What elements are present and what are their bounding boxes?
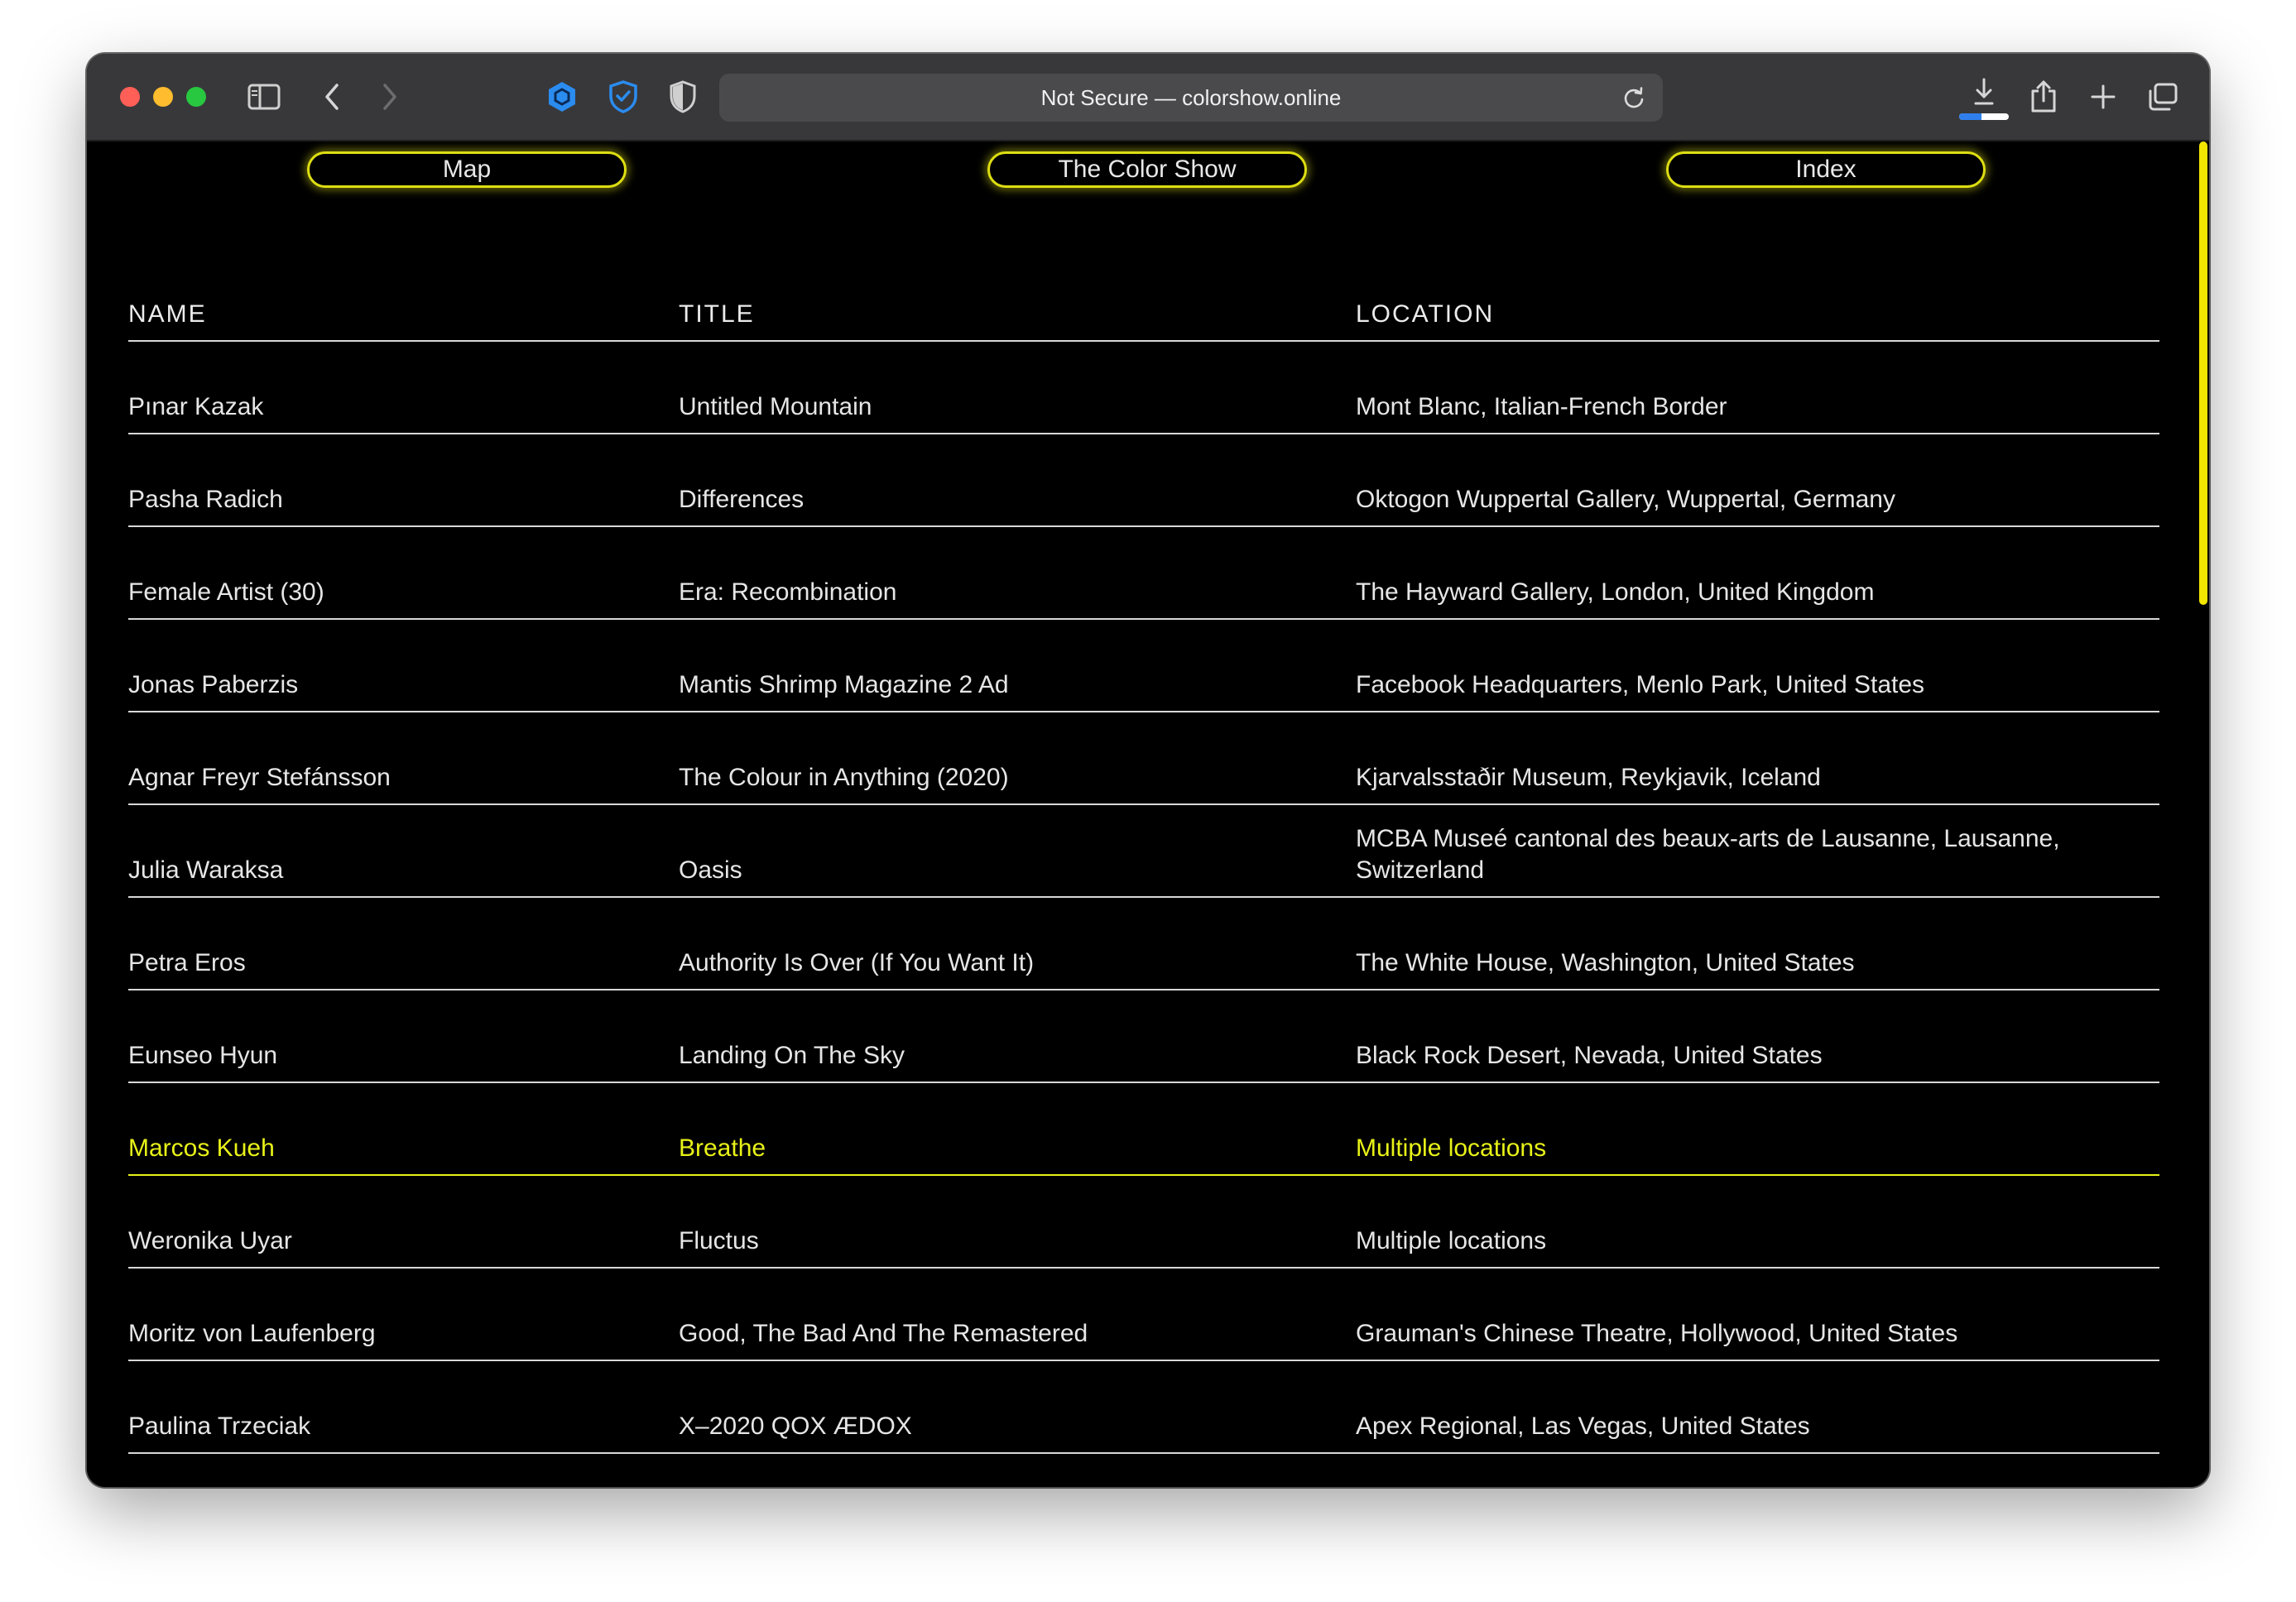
cell-title: Good, The Bad And The Remastered (679, 1320, 1088, 1347)
address-text: Not Secure — colorshow.online (1040, 84, 1342, 110)
header-location[interactable]: LOCATION (1356, 299, 2101, 330)
zoom-window-button[interactable] (186, 87, 206, 107)
table-row[interactable]: Eunseo Hyun Landing On The Sky Black Rock … (128, 990, 2159, 1083)
cell-location: Grauman's Chinese Theatre, Hollywood, Un… (1356, 1320, 1958, 1347)
nav-the-color-show-label: The Color Show (1058, 156, 1237, 183)
table-row[interactable]: Moritz von Laufenberg Good, The Bad And T… (128, 1269, 2159, 1361)
extension-hexagon-icon[interactable] (542, 77, 582, 117)
new-tab-icon[interactable] (2083, 77, 2123, 117)
cell-location: Oktogon Wuppertal Gallery, Wuppertal, Ge… (1356, 486, 1895, 513)
cell-location: Multiple locations (1356, 1134, 1547, 1162)
close-window-button[interactable] (120, 87, 140, 107)
table-row[interactable]: Pasha Radich Differences Oktogon Wuppertal… (128, 434, 2159, 527)
reload-icon[interactable] (1616, 80, 1651, 115)
table-row[interactable]: Female Artist (30) Era: Recombination The … (128, 527, 2159, 620)
cell-name: Moritz von Laufenberg (128, 1320, 376, 1347)
nav-index-button[interactable]: Index (1666, 151, 1986, 188)
cell-location: Apex Regional, Las Vegas, United States (1356, 1413, 1810, 1440)
cell-location: The White House, Washington, United Stat… (1356, 949, 1855, 976)
header-name[interactable]: NAME (128, 299, 658, 330)
cell-name: Jonas Paberzis (128, 671, 299, 698)
download-progress-bar (1959, 113, 2009, 120)
share-icon[interactable] (2024, 77, 2063, 117)
cell-title: Landing On The Sky (679, 1042, 905, 1069)
nav-map-label: Map (442, 156, 492, 183)
cell-location: Mont Blanc, Italian-French Border (1356, 393, 1727, 420)
table-row[interactable]: Weronika Uyar Fluctus Multiple locations (128, 1176, 2159, 1269)
cell-title: Differences (679, 486, 805, 513)
cell-title: Era: Recombination (679, 578, 897, 606)
nav-map-button[interactable]: Map (307, 151, 627, 188)
cell-title: X–2020 QOX ÆDOX (679, 1413, 912, 1440)
table-row[interactable]: Jonas Paberzis Mantis Shrimp Magazine 2 A… (128, 620, 2159, 712)
tab-overview-icon[interactable] (2143, 77, 2183, 117)
table-row[interactable]: Agnar Freyr Stefánsson The Colour in Anyt… (128, 712, 2159, 805)
cell-name: Female Artist (30) (128, 578, 324, 606)
browser-window: Not Secure — colorshow.online Map The Co… (87, 54, 2209, 1487)
cell-name: Julia Waraksa (128, 856, 284, 884)
table-row[interactable]: Ro AntiaPerceptionApple Park Way, Cupert… (128, 1454, 2159, 1487)
table-row[interactable]: Julia Waraksa Oasis MCBA Museé cantonal de… (128, 805, 2159, 898)
cell-name: Pınar Kazak (128, 393, 264, 420)
cell-name: Weronika Uyar (128, 1227, 292, 1254)
cell-title: Mantis Shrimp Magazine 2 Ad (679, 671, 1009, 698)
cell-title: Authority Is Over (If You Want It) (679, 949, 1035, 976)
table-row[interactable]: Marcos Kueh Breathe Multiple locations (128, 1083, 2159, 1176)
nav-index-label: Index (1795, 156, 1856, 183)
browser-toolbar: Not Secure — colorshow.online (87, 54, 2209, 141)
cell-name: Paulina Trzeciak (128, 1413, 311, 1440)
cell-location: Black Rock Desert, Nevada, United States (1356, 1042, 1823, 1069)
cell-title: Breathe (679, 1134, 766, 1162)
cell-title: The Colour in Anything (2020) (679, 764, 1009, 791)
download-progress-fill (1959, 113, 1981, 120)
cell-name: Eunseo Hyun (128, 1042, 278, 1069)
nav-the-color-show-button[interactable]: The Color Show (987, 151, 1307, 188)
cell-location: MCBA Museé cantonal des beaux-arts de La… (1356, 825, 2060, 884)
artworks-table: NAME TITLE LOCATION Pınar Kazak Untitled … (128, 274, 2159, 1487)
page-content: Map The Color Show Index NAME TITLE LOCA… (87, 141, 2209, 1487)
cell-name: Marcos Kueh (128, 1134, 275, 1162)
minimize-window-button[interactable] (153, 87, 173, 107)
sidebar-toggle-icon[interactable] (244, 77, 284, 117)
header-title[interactable]: TITLE (679, 299, 1341, 330)
cell-title: Untitled Mountain (679, 393, 872, 420)
scrollbar-thumb[interactable] (2199, 141, 2207, 605)
cell-name: Petra Eros (128, 949, 246, 976)
back-arrow-icon[interactable] (312, 77, 352, 117)
forward-arrow-icon[interactable] (370, 77, 410, 117)
cell-location: Multiple locations (1356, 1227, 1547, 1254)
address-bar[interactable]: Not Secure — colorshow.online (719, 74, 1663, 122)
cell-name: Agnar Freyr Stefánsson (128, 764, 391, 791)
cell-location: The Hayward Gallery, London, United King… (1356, 578, 1875, 606)
table-row[interactable]: Paulina Trzeciak X–2020 QOX ÆDOX Apex Regi… (128, 1361, 2159, 1454)
cell-title: Oasis (679, 856, 742, 884)
cell-name: Pasha Radich (128, 486, 283, 513)
cell-location: Facebook Headquarters, Menlo Park, Unite… (1356, 671, 1925, 698)
table-header: NAME TITLE LOCATION (128, 274, 2159, 342)
downloads-icon[interactable] (1964, 72, 2004, 112)
table-row[interactable]: Petra Eros Authority Is Over (If You Want… (128, 898, 2159, 990)
shield-check-icon[interactable] (603, 77, 643, 117)
cell-title: Fluctus (679, 1227, 759, 1254)
privacy-shield-icon[interactable] (663, 77, 703, 117)
cell-location: Kjarvalsstaðir Museum, Reykjavik, Icelan… (1356, 764, 1821, 791)
table-row[interactable]: Pınar Kazak Untitled Mountain Mont Blanc, … (128, 342, 2159, 434)
